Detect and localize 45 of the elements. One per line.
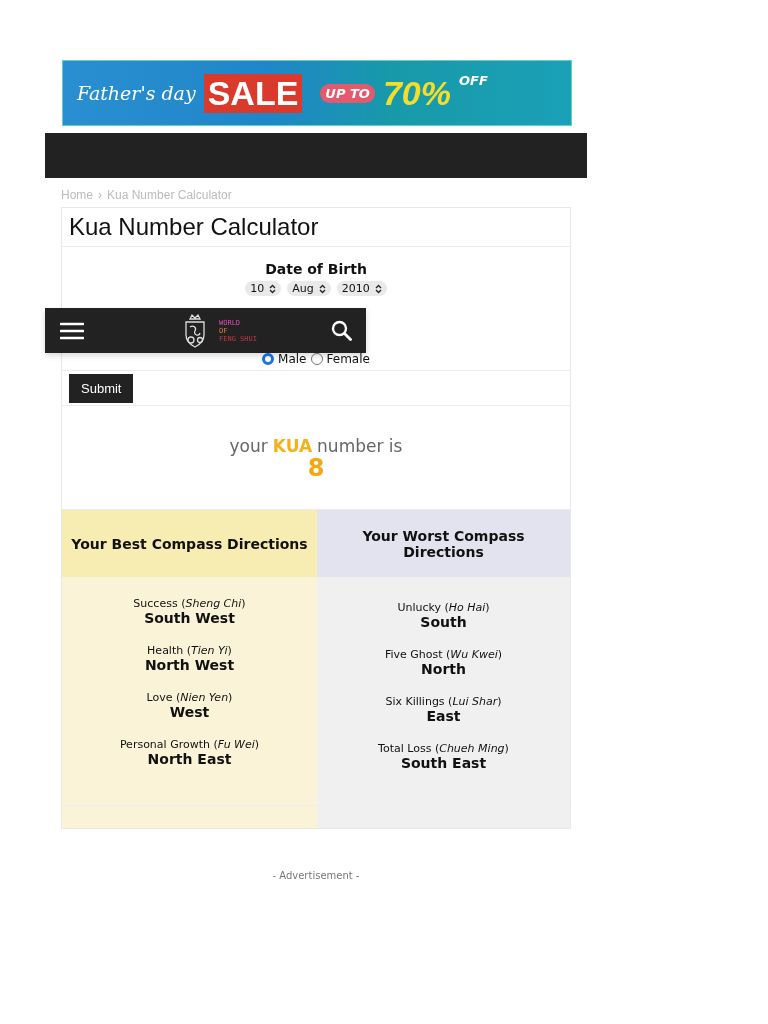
radio-label: Female [326, 352, 370, 366]
menu-icon[interactable] [60, 321, 84, 340]
chevron-updown-icon [374, 283, 382, 294]
result-text: KUA [272, 436, 313, 456]
column-header: Your Best Compass Directions [62, 510, 317, 577]
direction-label: Total Loss (Chueh Ming) [377, 742, 510, 755]
direction-value: North East [146, 751, 233, 767]
direction-value: West [168, 704, 211, 720]
direction-value: South East [399, 755, 488, 771]
select-field[interactable]: 10 [245, 281, 282, 296]
direction-label: Five Ghost (Wu Kwei) [383, 648, 504, 661]
result-text: your [229, 436, 268, 456]
field-label: Date of Birth [265, 261, 367, 277]
banner-text: UP TO [320, 83, 375, 103]
result-text: number is [317, 436, 403, 456]
direction-label: Success (Sheng Chi) [132, 597, 247, 610]
direction-label: Unlucky (Ho Hai) [396, 601, 491, 614]
search-icon[interactable] [331, 320, 352, 341]
direction-label: Personal Growth (Fu Wei) [118, 738, 261, 751]
advertisement-label: - Advertisement - [271, 870, 361, 881]
banner-text: OFF [458, 73, 488, 88]
direction-value: South [419, 614, 468, 630]
page-title: Kua Number Calculator [69, 213, 319, 241]
radio-button[interactable] [262, 353, 275, 365]
direction-label: Love (Nien Yen) [145, 691, 234, 704]
select-field[interactable]: Aug [287, 281, 331, 296]
kua-number: 8 [307, 456, 325, 480]
direction-value: South West [143, 610, 236, 626]
banner-text: 70% [382, 73, 451, 113]
select-field[interactable]: 2010 [336, 281, 387, 296]
direction-value: East [425, 708, 462, 724]
chevron-updown-icon [318, 283, 326, 294]
radio-button[interactable] [310, 353, 323, 365]
banner-text: Father's day [77, 82, 196, 104]
banner-text: SALE [203, 73, 303, 113]
direction-value: North West [143, 657, 236, 673]
submit-button[interactable]: Submit [69, 373, 134, 403]
column-header: Your Worst Compass Directions [317, 510, 570, 577]
direction-value: North [420, 661, 467, 677]
ad-banner[interactable]: Father's day SALE UP TO 70% OFF [62, 60, 572, 126]
direction-label: Health (Tien Yi) [146, 644, 233, 657]
breadcrumb-separator: › [98, 188, 102, 202]
radio-label: Male [278, 352, 307, 366]
direction-label: Six Killings (Lui Shar) [384, 695, 503, 708]
chevron-updown-icon [269, 283, 277, 294]
